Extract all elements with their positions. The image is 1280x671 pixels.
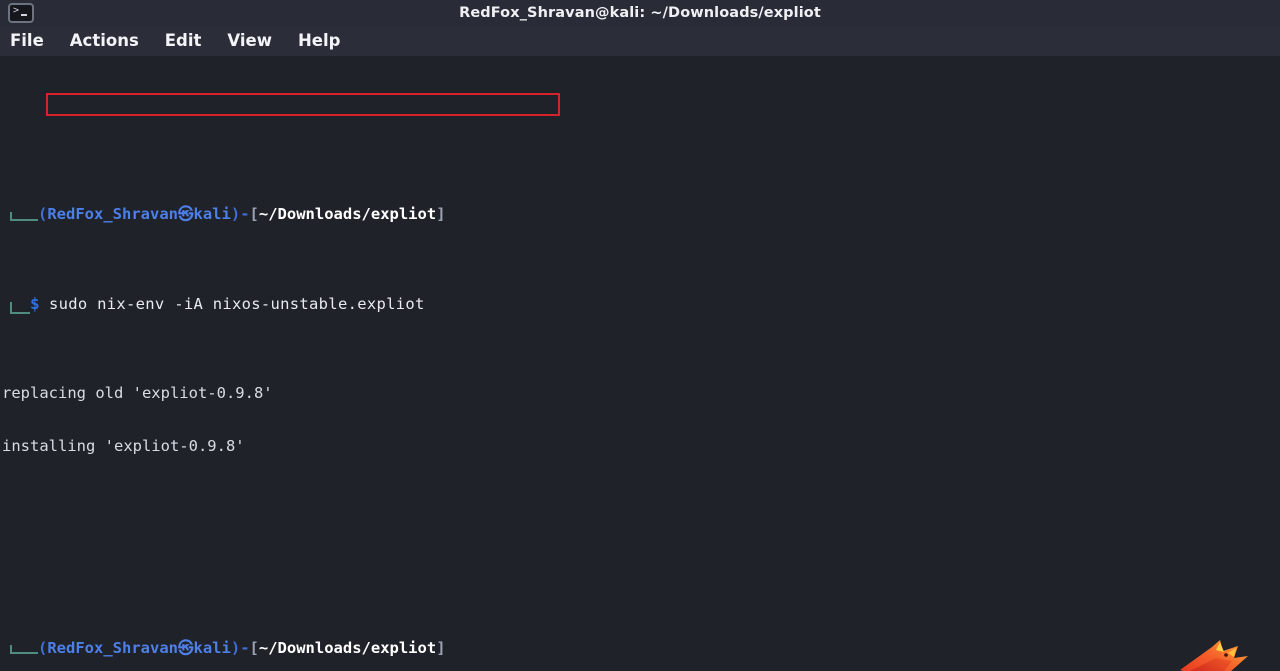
prompt-host: kali <box>193 638 231 657</box>
prompt-path: ~/Downloads/expliot <box>258 638 437 657</box>
prompt-close-bracket: ] <box>436 205 446 224</box>
prompt-user: RedFox_Shravan <box>47 638 178 657</box>
output-line: installing 'expliot-0.9.8' <box>2 436 245 455</box>
command-text: sudo nix-env -iA nixos-unstable.expliot <box>48 294 425 313</box>
prompt-open-bracket: [ <box>249 638 259 657</box>
prompt-corner-top-icon <box>10 211 38 221</box>
terminal-output-area[interactable]: (RedFox_Shravan㉿kali)-[~/Downloads/expli… <box>0 56 1280 671</box>
prompt-dollar: $ <box>30 293 40 313</box>
prompt-line-2: (RedFox_Shravan㉿kali)-[~/Downloads/expli… <box>0 638 1280 658</box>
prompt-open-paren: ( <box>38 205 48 224</box>
menu-item-view[interactable]: View <box>227 26 272 56</box>
window-title: RedFox_Shravan@kali: ~/Downloads/expliot <box>459 5 821 21</box>
title-bar: RedFox_Shravan@kali: ~/Downloads/expliot <box>0 0 1280 26</box>
command-highlight-box <box>46 93 560 116</box>
prompt-close-bracket: ] <box>436 638 446 657</box>
redfox-logo-watermark: REDFOX SECURITY <box>1170 603 1262 671</box>
menu-item-actions[interactable]: Actions <box>70 26 139 56</box>
terminal-window: RedFox_Shravan@kali: ~/Downloads/expliot… <box>0 0 1280 671</box>
prompt-open-paren: ( <box>38 638 48 657</box>
menu-item-file[interactable]: File <box>10 26 44 56</box>
menu-item-edit[interactable]: Edit <box>165 26 202 56</box>
prompt-user: RedFox_Shravan <box>47 205 178 224</box>
menu-item-help[interactable]: Help <box>298 26 340 56</box>
prompt-line-1: (RedFox_Shravan㉿kali)-[~/Downloads/expli… <box>0 205 1280 224</box>
prompt-dash: - <box>240 205 250 224</box>
command-line[interactable]: $ sudo nix-env -iA nixos-unstable.explio… <box>0 293 1280 315</box>
output-line: replacing old 'expliot-0.9.8' <box>2 383 273 402</box>
prompt-open-bracket: [ <box>249 205 259 224</box>
prompt-corner-bottom-icon <box>10 302 30 315</box>
terminal-icon <box>8 3 34 23</box>
prompt-close-paren: ) <box>230 205 241 224</box>
fox-head-icon <box>1180 640 1248 671</box>
prompt-dash: - <box>240 638 250 657</box>
kali-at-symbol-icon: ㉿ <box>178 205 194 224</box>
prompt-close-paren: ) <box>230 638 241 657</box>
kali-at-symbol-icon: ㉿ <box>178 638 194 657</box>
menu-bar: File Actions Edit View Help <box>0 26 1280 56</box>
prompt-host: kali <box>193 205 231 224</box>
prompt-corner-top-icon <box>10 645 38 655</box>
prompt-path: ~/Downloads/expliot <box>258 205 437 224</box>
